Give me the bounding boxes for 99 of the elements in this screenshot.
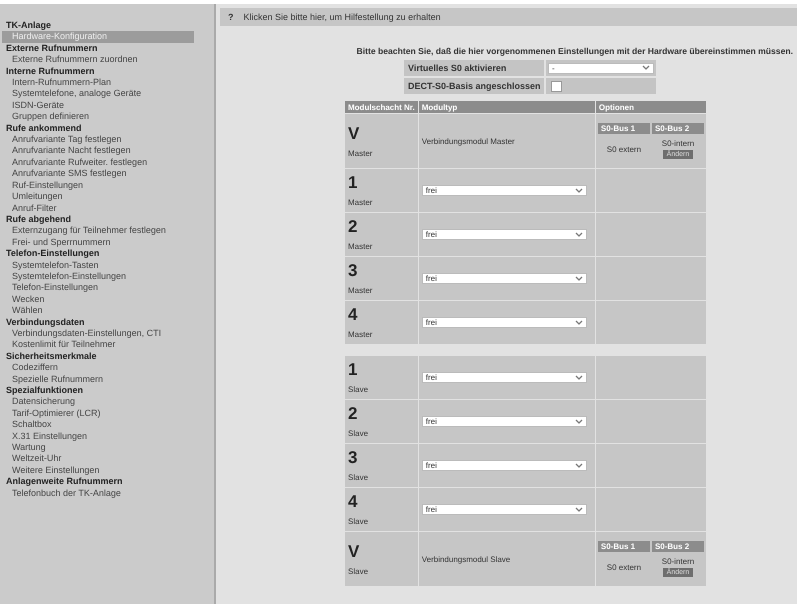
slot-role: Master	[348, 330, 374, 339]
bus-value: S0 extern	[606, 562, 642, 572]
sidebar-item[interactable]: Ruf-Einstellungen	[2, 180, 214, 192]
sidebar-item[interactable]: Anrufvariante Nacht festlegen	[2, 145, 214, 157]
sidebar-item[interactable]: Tarif-Optimierer (LCR)	[2, 408, 214, 420]
module-dropdown[interactable]: frei	[422, 185, 587, 196]
caret-icon	[574, 276, 583, 282]
module-type: Verbindungsmodul Master	[422, 137, 515, 146]
module-dropdown[interactable]: frei	[422, 504, 587, 515]
sidebar-item[interactable]: Anrufvariante SMS festlegen	[2, 168, 214, 180]
sidebar-item[interactable]: Schaltbox	[2, 419, 214, 431]
sidebar-section: Sicherheitsmerkmale	[2, 350, 214, 362]
slot-role: Master	[348, 286, 374, 295]
sidebar-item[interactable]: Kostenlimit für Teilnehmer	[2, 339, 214, 351]
slot-role: Master	[348, 148, 374, 158]
module-type: Verbindungsmodul Slave	[422, 555, 510, 564]
sidebar-item[interactable]: Anruf-Filter	[2, 202, 214, 214]
sidebar-item[interactable]: X.31 Einstellungen	[2, 430, 214, 442]
slot-number: 1	[348, 361, 358, 379]
caret-icon	[574, 374, 583, 380]
bus-value: S0-intern	[662, 139, 694, 148]
slot-role: Slave	[348, 429, 370, 438]
slot-number: V	[348, 124, 360, 142]
setting-label: Virtuelles S0 aktivieren	[404, 60, 544, 76]
slot-role: Master	[348, 242, 374, 251]
sidebar-section: TK-Anlage	[2, 20, 214, 32]
sidebar-section: Externe Rufnummern	[2, 42, 214, 54]
setting-label: DECT-S0-Basis angeschlossen	[404, 78, 544, 94]
sidebar-item[interactable]: Systemtelefon-Tasten	[2, 260, 214, 271]
slot-role: Slave	[348, 385, 370, 394]
sidebar-item[interactable]: ISDN-Geräte	[2, 100, 214, 112]
sidebar-item[interactable]: Gruppen definieren	[2, 111, 214, 123]
slot-number: 2	[348, 218, 358, 236]
module-dropdown[interactable]: frei	[422, 229, 587, 240]
help-bar[interactable]: ? Klicken Sie bitte hier, um Hilfestellung zu erhalten	[220, 8, 797, 26]
sidebar-section: Telefon-Einstellungen	[2, 248, 214, 260]
module-dropdown[interactable]: frei	[422, 460, 587, 471]
sidebar-item[interactable]: Systemtelefone, analoge Geräte	[2, 88, 214, 100]
caret-icon	[574, 462, 583, 468]
column-header: Modulschacht Nr.	[344, 100, 418, 114]
column-header: Optionen	[595, 100, 706, 114]
sidebar-item[interactable]: Codeziffern	[2, 362, 214, 374]
bus-header: S0-Bus 2	[652, 123, 704, 134]
sidebar-item[interactable]: Datensicherung	[2, 396, 214, 408]
sidebar-item[interactable]: Wartung	[2, 442, 214, 454]
slot-number: 1	[348, 174, 358, 192]
sidebar-item[interactable]: Spezielle Rufnummern	[2, 374, 214, 385]
bus-value: S0 extern	[606, 144, 642, 154]
module-dropdown[interactable]: frei	[422, 273, 587, 284]
sidebar-item[interactable]: Anrufvariante Tag festlegen	[2, 134, 214, 146]
caret-icon	[642, 65, 650, 71]
column-header: Modultyp	[418, 100, 596, 114]
slot-number: 3	[348, 449, 358, 467]
sidebar-item[interactable]: Anrufvariante Rufweiter. festlegen	[2, 156, 214, 168]
caret-icon	[574, 320, 583, 326]
bus-header: S0-Bus 1	[598, 123, 650, 134]
caret-icon	[574, 506, 583, 512]
sidebar-item[interactable]: Wecken	[2, 294, 214, 306]
notice-text: Bitte beachten Sie, daß die hier vorgenommenen Einstellungen mit der Hardware übereinstimmen müssen.	[356, 45, 794, 58]
sidebar-item[interactable]: Intern-Rufnummern-Plan	[2, 77, 214, 88]
sidebar-item[interactable]: Telefonbuch der TK-Anlage	[2, 488, 214, 500]
slot-role: Master	[348, 198, 374, 207]
sidebar-item[interactable]: Umleitungen	[2, 191, 214, 202]
sidebar-item[interactable]: Weltzeit-Uhr	[2, 453, 214, 465]
help-text: Klicken Sie bitte hier, um Hilfestellung zu erhalten	[244, 12, 441, 22]
module-dropdown[interactable]: frei	[422, 317, 587, 328]
slot-role: Slave	[348, 566, 370, 576]
module-dropdown[interactable]: frei	[422, 372, 587, 383]
sidebar-section: Verbindungsdaten	[2, 316, 214, 328]
sidebar-section: Rufe ankommend	[2, 122, 214, 134]
slot-number: 2	[348, 405, 358, 423]
checkbox[interactable]	[551, 80, 562, 92]
sidebar-item[interactable]: Verbindungsdaten-Einstellungen, CTI	[2, 328, 214, 340]
sidebar-section: Interne Rufnummern	[2, 66, 214, 78]
sidebar-section: Anlagenweite Rufnummern	[2, 476, 214, 488]
sidebar-section: Rufe abgehend	[2, 214, 214, 226]
slot-number: 3	[348, 262, 358, 280]
slot-role: Slave	[348, 517, 370, 526]
dropdown[interactable]: -	[548, 62, 654, 74]
sidebar-item[interactable]: Externe Rufnummern zuordnen	[2, 54, 214, 66]
module-dropdown[interactable]: frei	[422, 416, 587, 427]
slot-number: V	[348, 542, 360, 560]
help-icon: ?	[228, 12, 234, 22]
sidebar-item[interactable]: Wählen	[2, 305, 214, 317]
caret-icon	[574, 418, 583, 424]
sidebar-item[interactable]: Frei- und Sperrnummern	[2, 236, 214, 248]
caret-icon	[574, 188, 583, 194]
sidebar-item[interactable]: Weitere Einstellungen	[2, 464, 214, 476]
sidebar-item[interactable]: Systemtelefon-Einstellungen	[2, 270, 214, 282]
slot-number: 4	[348, 493, 358, 511]
caret-icon	[574, 232, 583, 238]
bus-header: S0-Bus 1	[598, 541, 650, 552]
slot-number: 4	[348, 306, 358, 324]
sidebar-item[interactable]: Telefon-Einstellungen	[2, 282, 214, 294]
bus-header: S0-Bus 2	[652, 541, 704, 552]
bus-value: S0-intern	[662, 557, 694, 566]
sidebar-section: Spezialfunktionen	[2, 385, 214, 396]
slot-role: Slave	[348, 473, 370, 482]
sidebar-item[interactable]: Externzugang für Teilnehmer festlegen	[2, 225, 214, 237]
